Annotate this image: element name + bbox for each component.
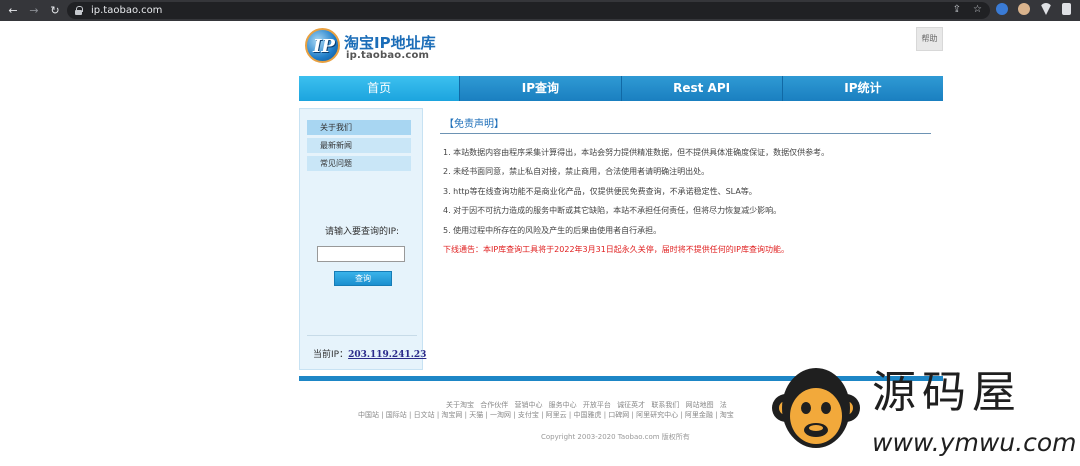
share-icon[interactable]: ⇪ [953, 4, 961, 15]
watermark: 源码屋 www.ymwu.com [770, 352, 1076, 464]
help-button[interactable]: 帮助 [916, 27, 943, 51]
globe-logo-icon [305, 28, 340, 63]
tab-ip-stats[interactable]: IP统计 [783, 76, 943, 101]
monkey-logo-icon [772, 368, 860, 448]
title-divider [440, 133, 931, 134]
disclaimer-line-1: 1. 本站数据内容由程序采集计算得出，本站会努力提供精准数据，但不提供具体准确度… [443, 148, 830, 157]
disclaimer-line-5: 5. 使用过程中所存在的风险及产生的后果由使用者自行承担。 [443, 226, 662, 235]
current-ip-label: 当前IP： [313, 350, 349, 360]
tab-rest-api[interactable]: Rest API [622, 76, 783, 101]
main-nav: 首页 IP查询 Rest API IP统计 [299, 76, 943, 101]
site-logo[interactable]: 淘宝IP地址库 ip.taobao.com [305, 27, 445, 65]
current-ip: 当前IP：203.119.241.23 [313, 347, 426, 360]
extension-avatar-icon[interactable] [1018, 3, 1030, 15]
extension-v-icon[interactable] [1040, 3, 1052, 15]
sidebar-divider [307, 335, 417, 336]
current-ip-value[interactable]: 203.119.241.23 [348, 350, 426, 360]
omnibox-actions: ⇪ ☆ [953, 4, 982, 15]
disclaimer-title: 【免责声明】 [444, 119, 504, 130]
sidebar-item-about[interactable]: 关于我们 [307, 120, 411, 135]
ip-prompt-label: 请输入要查询的IP: [324, 227, 400, 237]
watermark-cn: 源码屋 [872, 367, 1022, 418]
star-icon[interactable]: ☆ [973, 4, 982, 15]
disclaimer-line-2: 2. 未经书面同意，禁止私自对接，禁止商用，合法使用者请明确注明出处。 [443, 167, 710, 176]
extension-shield-icon[interactable] [996, 3, 1008, 15]
tab-ip-query[interactable]: IP查询 [460, 76, 622, 101]
sidebar: 关于我们 最新新闻 常见问题 请输入要查询的IP: 查询 当前IP：203.11… [299, 108, 426, 370]
forward-arrow-icon[interactable]: → [28, 4, 40, 17]
query-button[interactable]: 查询 [334, 271, 392, 286]
lock-icon[interactable] [74, 6, 83, 15]
shutdown-notice: 下线通告：本IP库查询工具将于2022年3月31日起永久关停，届时将不提供任何的… [443, 245, 789, 254]
extensions-puzzle-icon[interactable] [1062, 3, 1071, 15]
logo-subtitle: ip.taobao.com [346, 50, 430, 61]
sidebar-item-faq[interactable]: 常见问题 [307, 156, 411, 171]
copyright: Copyright 2003-2020 Taobao.com 版权所有 [541, 433, 690, 441]
sidebar-item-news[interactable]: 最新新闻 [307, 138, 411, 153]
footer-links-primary[interactable]: 关于淘宝 合作伙伴 营销中心 服务中心 开放平台 诚征英才 联系我们 网站地图 … [446, 400, 727, 410]
tab-home[interactable]: 首页 [299, 76, 461, 101]
footer-links-secondary[interactable]: 中国站 | 国际站 | 日文站 | 淘宝网 | 天猫 | 一淘网 | 支付宝 |… [358, 410, 734, 420]
browser-toolbar: ← → ↻ ip.taobao.com ⇪ ☆ [0, 0, 1080, 21]
address-bar[interactable]: ip.taobao.com ⇪ ☆ [67, 2, 990, 19]
browser-nav: ← → ↻ [0, 4, 61, 17]
address-url[interactable]: ip.taobao.com [91, 5, 162, 16]
watermark-en: www.ymwu.com [872, 428, 1077, 457]
extensions-bar [996, 3, 1071, 15]
reload-icon[interactable]: ↻ [49, 4, 61, 17]
disclaimer-line-3: 3. http等在线查询功能不是商业化产品，仅提供便民免费查询，不承诺稳定性、S… [443, 187, 757, 196]
disclaimer-line-4: 4. 对于因不可抗力造成的服务中断或其它缺陷，本站不承担任何责任，但将尽力恢复减… [443, 206, 782, 215]
back-arrow-icon[interactable]: ← [7, 4, 19, 17]
ip-input[interactable] [317, 246, 405, 262]
